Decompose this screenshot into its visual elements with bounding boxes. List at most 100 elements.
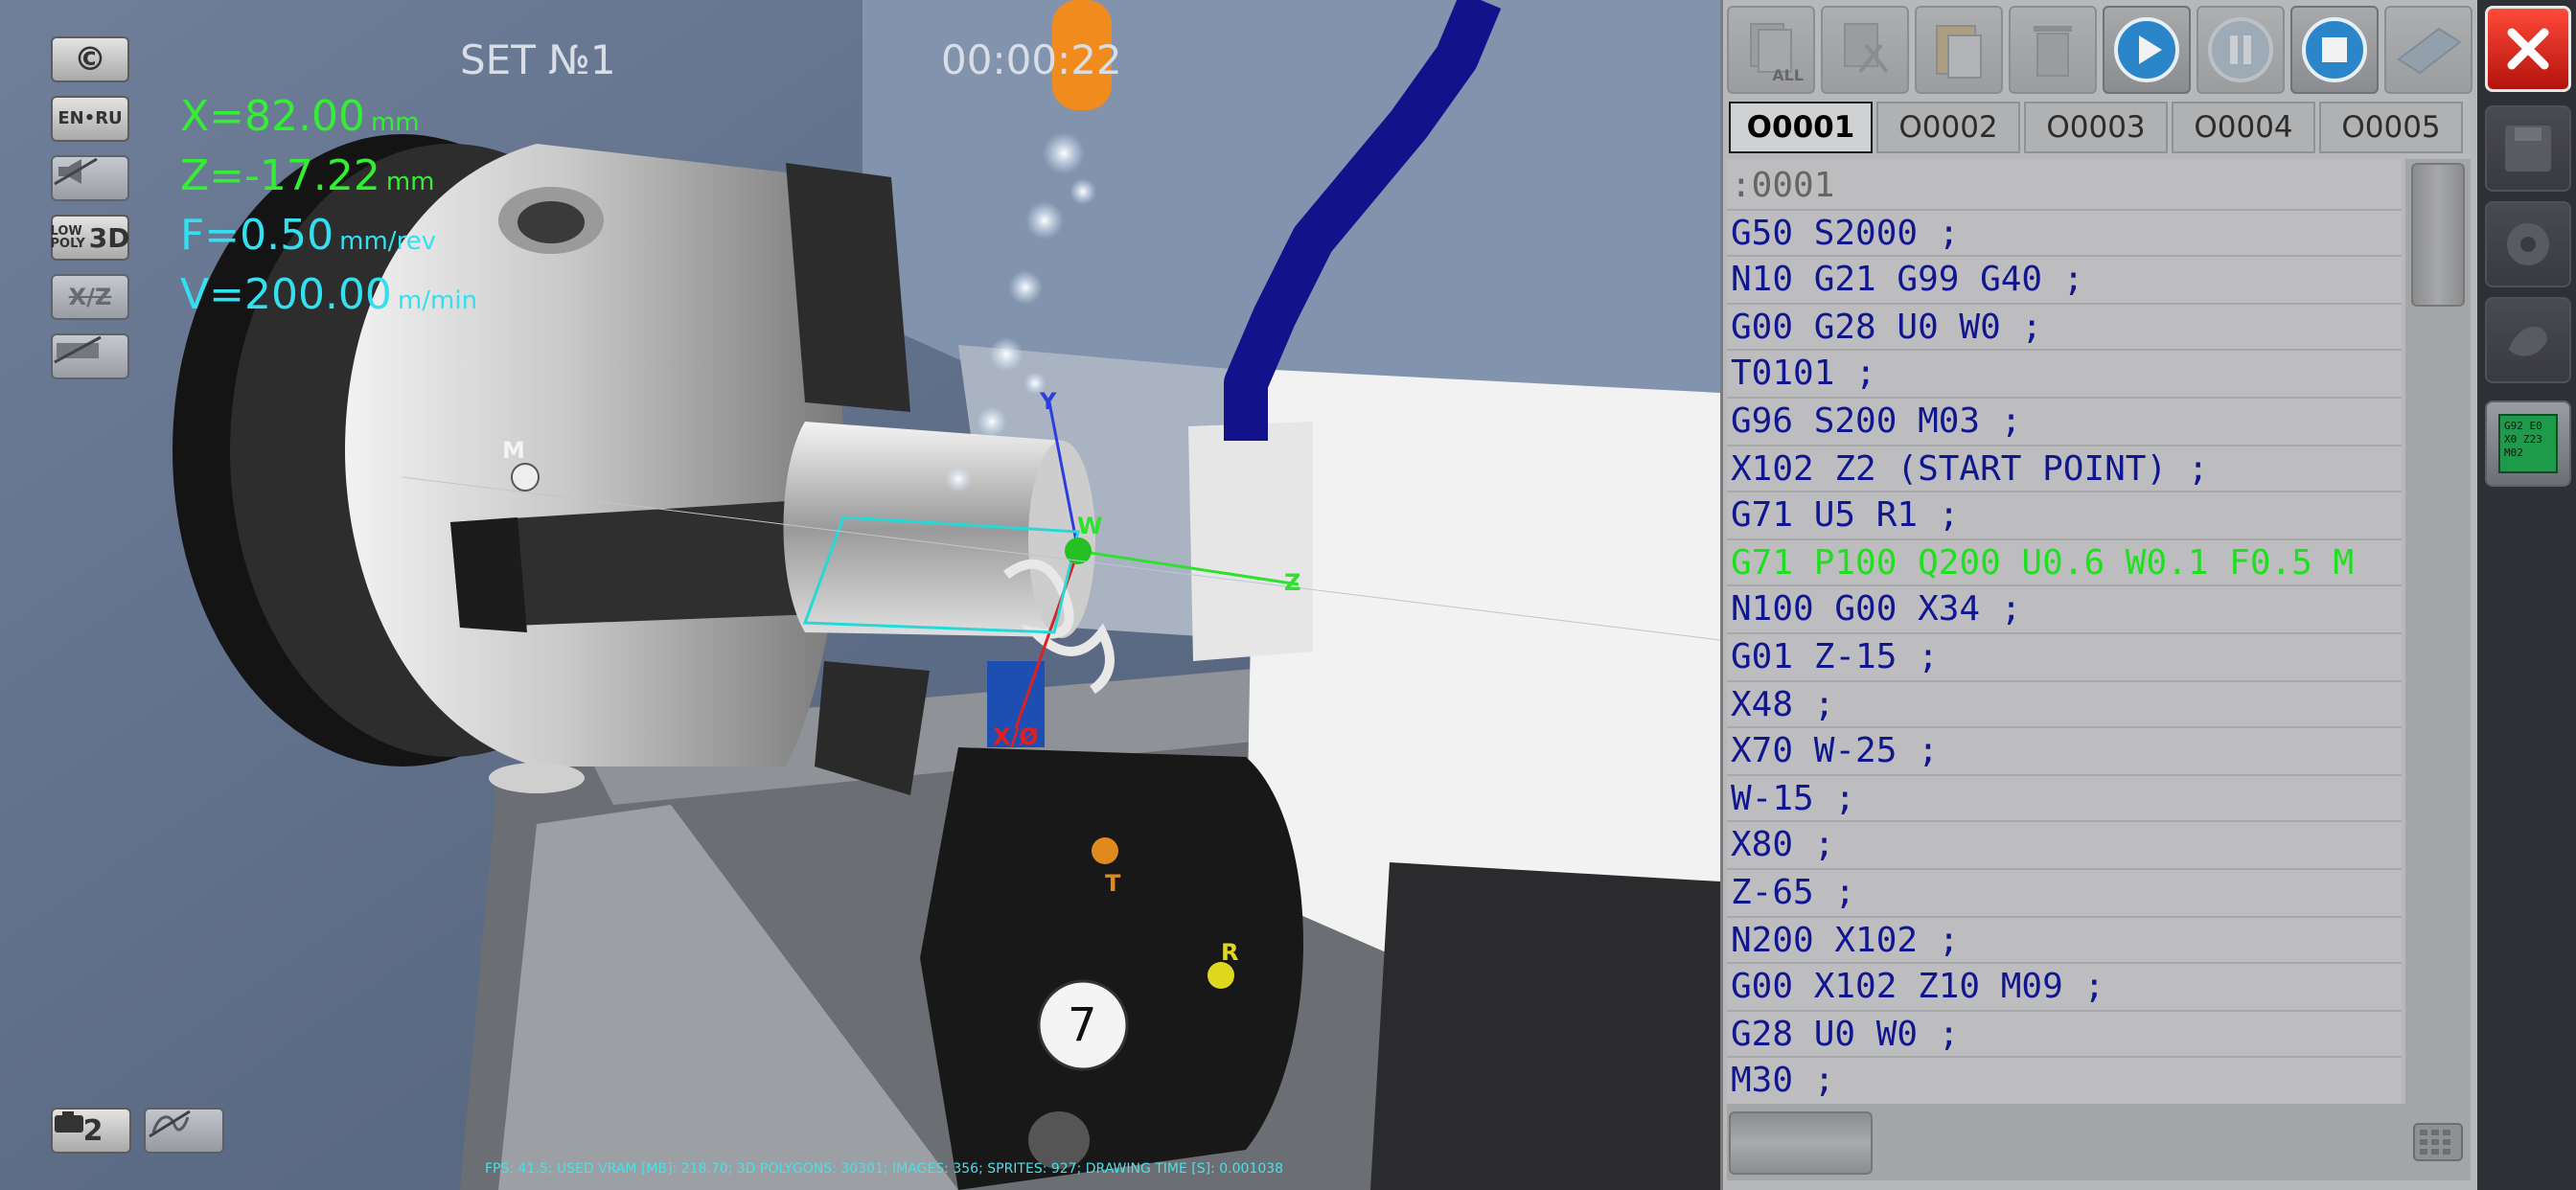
language-toggle-button[interactable]: EN•RU [51, 96, 129, 142]
x-axis-label: X/Ø [993, 723, 1039, 750]
editor-vertical-scrollbar[interactable] [2405, 159, 2471, 1104]
sound-toggle-button[interactable] [51, 155, 129, 201]
z-value: Z=-17.22 [180, 151, 380, 200]
set-title: SET №1 [460, 36, 616, 83]
code-line[interactable]: G00 G28 U0 W0 ; [1731, 305, 2042, 351]
low-poly-text-2: POLY [50, 237, 85, 251]
close-button[interactable] [2485, 6, 2571, 92]
gcode-icon-line: X0 Z23 [2504, 433, 2542, 446]
gcode-editor[interactable]: :0001 G50 S2000 ; N10 G21 G99 G40 ; G00 … [1727, 159, 2402, 1104]
speaker-muted-icon [54, 157, 98, 186]
copyright-button[interactable]: © [51, 36, 129, 82]
x-position-readout: X=82.00 mm [180, 92, 420, 141]
machine-3d-view[interactable]: M Y W Z X/Ø T R 7 © EN•RU LOW POLY 3D X/… [0, 0, 1720, 1190]
code-line[interactable]: X80 ; [1731, 822, 1834, 868]
cut-icon [1844, 23, 1889, 74]
tab-o0002[interactable]: O0002 [1876, 102, 2020, 153]
tool-point-label: T [1105, 870, 1121, 897]
current-code-line[interactable]: G71 P100 Q200 U0.6 W0.1 F0.5 M [1731, 540, 2354, 586]
code-line[interactable]: N200 X102 ; [1731, 918, 1959, 964]
code-line[interactable]: W-15 ; [1731, 776, 1855, 822]
book-icon [2397, 27, 2462, 75]
path-crossed-icon [149, 1110, 191, 1138]
code-line[interactable]: X70 W-25 ; [1731, 728, 1939, 774]
turret-station-number: 7 [1068, 998, 1097, 1052]
code-line[interactable]: G00 X102 Z10 M09 ; [1731, 964, 2104, 1010]
editor-horizontal-scrollbar[interactable] [1727, 1104, 2405, 1180]
z-position-readout: Z=-17.22 mm [180, 151, 435, 200]
tool-icon [2509, 327, 2547, 356]
paste-icon [1936, 25, 1982, 79]
pause-button[interactable] [2196, 6, 2285, 94]
low-poly-label: LOW POLY [51, 225, 85, 250]
code-line[interactable]: T0101 ; [1731, 351, 1876, 397]
pause-icon [2208, 17, 2273, 82]
feed-unit: mm/rev [339, 227, 437, 256]
xz-view-button[interactable]: X/Z [51, 274, 129, 320]
x-value: X=82.00 [180, 92, 365, 141]
code-line[interactable]: X48 ; [1731, 682, 1834, 728]
measure-toggle-button[interactable] [51, 333, 129, 379]
feed-value: F=0.50 [180, 211, 334, 260]
program-editor-panel: ALL O0001 O0002 O0003 O0004 O0005:0001 … [1720, 0, 2477, 1190]
code-line[interactable]: G96 S200 M03 ; [1731, 399, 2021, 445]
code-line[interactable]: N10 G21 G99 G40 ; [1731, 257, 2083, 303]
stop-icon [2302, 17, 2367, 82]
x-unit: mm [370, 108, 420, 137]
low-poly-3d-button[interactable]: LOW POLY 3D [51, 215, 130, 261]
tool-library-button[interactable] [2485, 297, 2571, 383]
code-line[interactable]: G01 Z-15 ; [1731, 634, 1939, 680]
code-line[interactable]: :0001 [1731, 163, 1834, 209]
code-line[interactable]: Z-65 ; [1731, 870, 1855, 916]
manual-button[interactable] [2384, 6, 2472, 94]
cut-button[interactable] [1821, 6, 1909, 94]
paste-button[interactable] [1915, 6, 2003, 94]
speed-readout: V=200.00 m/min [180, 270, 477, 319]
tab-o0005[interactable]: O0005 [2319, 102, 2463, 153]
code-line[interactable]: N100 G00 X34 ; [1731, 586, 2021, 632]
code-line[interactable]: G71 U5 R1 ; [1731, 492, 1959, 538]
tool-path-toggle-button[interactable] [144, 1108, 224, 1154]
z-unit: mm [385, 168, 435, 196]
tab-o0001[interactable]: O0001 [1729, 102, 1873, 153]
vertical-scroll-thumb[interactable] [2411, 163, 2465, 307]
elapsed-timer: 00:00:22 [941, 36, 1122, 83]
code-line[interactable]: G28 U0 W0 ; [1731, 1012, 1959, 1058]
chuck-icon [2507, 223, 2549, 265]
gcode-icon-line: M02 [2504, 446, 2523, 459]
ruler-crossed-icon [54, 335, 102, 364]
save-program-button[interactable] [2485, 105, 2571, 192]
side-toolbar: G92 E0 X0 Z23 M02 [2477, 0, 2576, 1190]
performance-stats: FPS: 41.5; USED VRAM [MB]: 218.70; 3D PO… [485, 1161, 1284, 1177]
code-line[interactable]: X102 Z2 (START POINT) ; [1731, 446, 2209, 492]
play-icon [2114, 17, 2179, 82]
xz-label: X/Z [68, 284, 112, 310]
z-axis-label: Z [1284, 569, 1301, 596]
copy-all-button[interactable]: ALL [1727, 6, 1815, 94]
code-line[interactable]: M30 ; [1731, 1058, 1834, 1104]
camera-view-button[interactable]: 2 [51, 1108, 131, 1154]
speed-value: V=200.00 [180, 270, 392, 319]
tool-setup-button[interactable] [2485, 201, 2571, 287]
gcode-reference-icon: G92 E0 X0 Z23 M02 [2498, 414, 2558, 473]
code-line[interactable]: G50 S2000 ; [1731, 211, 1959, 257]
trash-icon [2034, 26, 2072, 77]
tab-o0003[interactable]: O0003 [2024, 102, 2168, 153]
speed-unit: m/min [397, 286, 478, 315]
machine-zero-label: M [502, 437, 525, 464]
copyright-icon: © [74, 40, 106, 79]
play-button[interactable] [2103, 6, 2191, 94]
delete-button[interactable] [2009, 6, 2097, 94]
tab-o0004[interactable]: O0004 [2172, 102, 2315, 153]
gcode-icon-line: G92 E0 [2504, 420, 2542, 432]
keypad-icon [2413, 1123, 2463, 1161]
close-icon [2507, 28, 2549, 70]
keypad-button[interactable] [2405, 1104, 2471, 1180]
y-axis-label: Y [1040, 388, 1057, 415]
floppy-icon [2505, 126, 2551, 172]
reference-point-label: R [1221, 939, 1239, 966]
stop-button[interactable] [2290, 6, 2379, 94]
gcode-reference-button[interactable]: G92 E0 X0 Z23 M02 [2485, 400, 2571, 487]
horizontal-scroll-thumb[interactable] [1729, 1111, 1873, 1175]
camera-number: 2 [82, 1113, 104, 1148]
